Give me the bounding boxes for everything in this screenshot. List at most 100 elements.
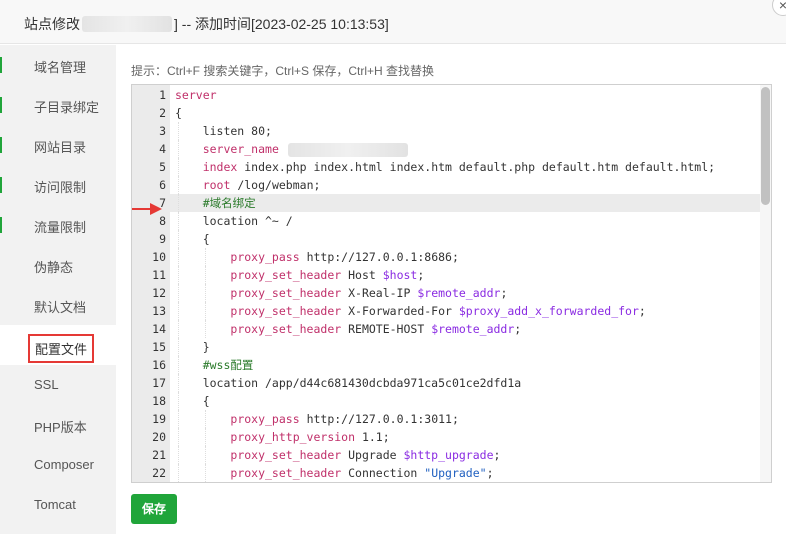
code-token: Connection bbox=[341, 466, 425, 480]
code-text: { bbox=[175, 230, 210, 248]
code-token: 1.1; bbox=[355, 430, 390, 444]
code-token: server_name bbox=[202, 142, 279, 156]
code-line[interactable]: 6 root /log/webman; bbox=[132, 176, 760, 194]
code-line[interactable]: 12 proxy_set_header X-Real-IP $remote_ad… bbox=[132, 284, 760, 302]
code-line[interactable]: 5 index index.php index.html index.htm d… bbox=[132, 158, 760, 176]
code-token: proxy_set_header bbox=[230, 286, 342, 300]
code-token: location ^~ / bbox=[175, 214, 293, 228]
line-number: 11 bbox=[152, 268, 166, 282]
sidebar-item-1[interactable]: 域名管理 bbox=[0, 45, 116, 85]
code-line[interactable]: 8 location ^~ / bbox=[132, 212, 760, 230]
line-number: 22 bbox=[152, 466, 166, 480]
code-token: #域名绑定 bbox=[202, 196, 256, 210]
code-text: proxy_set_header Host $host; bbox=[175, 266, 424, 284]
code-line[interactable]: 16 #wss配置 bbox=[132, 356, 760, 374]
code-token: "Upgrade" bbox=[424, 466, 487, 480]
editor-scrollbar[interactable] bbox=[760, 85, 771, 482]
code-text: proxy_pass http://127.0.0.1:3011; bbox=[175, 410, 459, 428]
code-text: server_name bbox=[175, 140, 410, 158]
config-editor[interactable]: 1 server 2{3 listen 80; 4 server_name 5 ind… bbox=[131, 84, 772, 483]
code-text: proxy_pass http://127.0.0.1:8686; bbox=[175, 248, 459, 266]
code-token: X-Real-IP bbox=[341, 286, 418, 300]
code-token: } bbox=[175, 340, 210, 354]
code-token: ; bbox=[493, 448, 501, 462]
sidebar-item-6[interactable]: 伪静态 bbox=[0, 245, 116, 285]
sidebar-item-9[interactable]: SSL bbox=[0, 365, 116, 405]
line-number: 17 bbox=[152, 376, 166, 390]
dialog-title: 站点修改] -- 添加时间[2023-02-25 10:13:53] bbox=[24, 14, 389, 34]
code-line[interactable]: 1 server bbox=[132, 86, 760, 104]
code-line[interactable]: 19 proxy_pass http://127.0.0.1:3011; bbox=[132, 410, 760, 428]
code-text: proxy_set_header X-Forwarded-For $proxy_… bbox=[175, 302, 645, 320]
code-line[interactable]: 22 proxy_set_header Connection "Upgrade"… bbox=[132, 464, 760, 482]
sidebar-item-10[interactable]: PHP版本 bbox=[0, 405, 116, 445]
code-token: proxy_pass bbox=[230, 250, 300, 264]
sidebar-item-3[interactable]: 网站目录 bbox=[0, 125, 116, 165]
code-token: { bbox=[175, 232, 210, 246]
code-line[interactable]: 10 proxy_pass http://127.0.0.1:8686; bbox=[132, 248, 760, 266]
line-number: 9 bbox=[159, 232, 166, 246]
line-number: 19 bbox=[152, 412, 166, 426]
code-line[interactable]: 2{ bbox=[132, 104, 760, 122]
sidebar-item-8[interactable]: 配置文件 bbox=[0, 325, 116, 365]
code-line[interactable]: 4 server_name bbox=[132, 140, 760, 158]
code-line[interactable]: 7 #域名绑定 bbox=[132, 194, 760, 212]
code-token: http://127.0.0.1:8686; bbox=[299, 250, 459, 264]
code-token: { bbox=[175, 106, 182, 120]
scrollbar-thumb[interactable] bbox=[761, 87, 770, 205]
code-token: ; bbox=[486, 466, 494, 480]
line-number: 1 bbox=[159, 88, 166, 102]
sidebar-item-5[interactable]: 流量限制 bbox=[0, 205, 116, 245]
code-token: proxy_set_header bbox=[230, 466, 342, 480]
code-line[interactable]: 21 proxy_set_header Upgrade $http_upgrad… bbox=[132, 446, 760, 464]
code-text: proxy_set_header REMOTE-HOST $remote_add… bbox=[175, 320, 521, 338]
code-token: ; bbox=[417, 268, 425, 282]
redacted-site-name bbox=[82, 16, 172, 32]
sidebar-marker bbox=[0, 97, 2, 113]
code-text: #域名绑定 bbox=[175, 194, 256, 212]
line-number: 13 bbox=[152, 304, 166, 318]
code-line[interactable]: 20 proxy_http_version 1.1; bbox=[132, 428, 760, 446]
code-text: { bbox=[175, 392, 210, 410]
code-token: ; bbox=[514, 322, 522, 336]
code-line[interactable]: 18 { bbox=[132, 392, 760, 410]
code-token: $http_upgrade bbox=[403, 448, 494, 462]
code-token: index.php index.html index.htm default.p… bbox=[237, 160, 716, 174]
code-line[interactable]: 3 listen 80; bbox=[132, 122, 760, 140]
code-token: ; bbox=[500, 286, 508, 300]
save-button[interactable]: 保存 bbox=[131, 494, 177, 524]
code-line[interactable]: 11 proxy_set_header Host $host; bbox=[132, 266, 760, 284]
code-token: proxy_http_version bbox=[230, 430, 356, 444]
sidebar-item-7[interactable]: 默认文档 bbox=[0, 285, 116, 325]
dialog-title-prefix: 站点修改 bbox=[24, 16, 80, 32]
sidebar-item-4[interactable]: 访问限制 bbox=[0, 165, 116, 205]
line-number: 4 bbox=[159, 142, 166, 156]
code-text: proxy_set_header Upgrade $http_upgrade; bbox=[175, 446, 500, 464]
code-token: http://127.0.0.1:3011; bbox=[299, 412, 459, 426]
code-line[interactable]: 13 proxy_set_header X-Forwarded-For $pro… bbox=[132, 302, 760, 320]
code-text: proxy_set_header Connection "Upgrade"; bbox=[175, 464, 494, 482]
redacted-server-name bbox=[287, 142, 408, 157]
code-text: { bbox=[175, 104, 182, 122]
code-line[interactable]: 17 location /app/d44c681430dcbda971ca5c0… bbox=[132, 374, 760, 392]
code-line[interactable]: 9 { bbox=[132, 230, 760, 248]
code-token: proxy_pass bbox=[230, 412, 300, 426]
sidebar-item-2[interactable]: 子目录绑定 bbox=[0, 85, 116, 125]
code-line[interactable]: 14 proxy_set_header REMOTE-HOST $remote_… bbox=[132, 320, 760, 338]
line-number: 10 bbox=[152, 250, 166, 264]
code-line[interactable]: 15 } bbox=[132, 338, 760, 356]
line-number: 6 bbox=[159, 178, 166, 192]
sidebar-item-11[interactable]: Composer bbox=[0, 445, 116, 485]
code-token: { bbox=[175, 394, 210, 408]
sidebar-item-12[interactable]: Tomcat bbox=[0, 485, 116, 525]
code-text: location ^~ / bbox=[175, 212, 293, 230]
